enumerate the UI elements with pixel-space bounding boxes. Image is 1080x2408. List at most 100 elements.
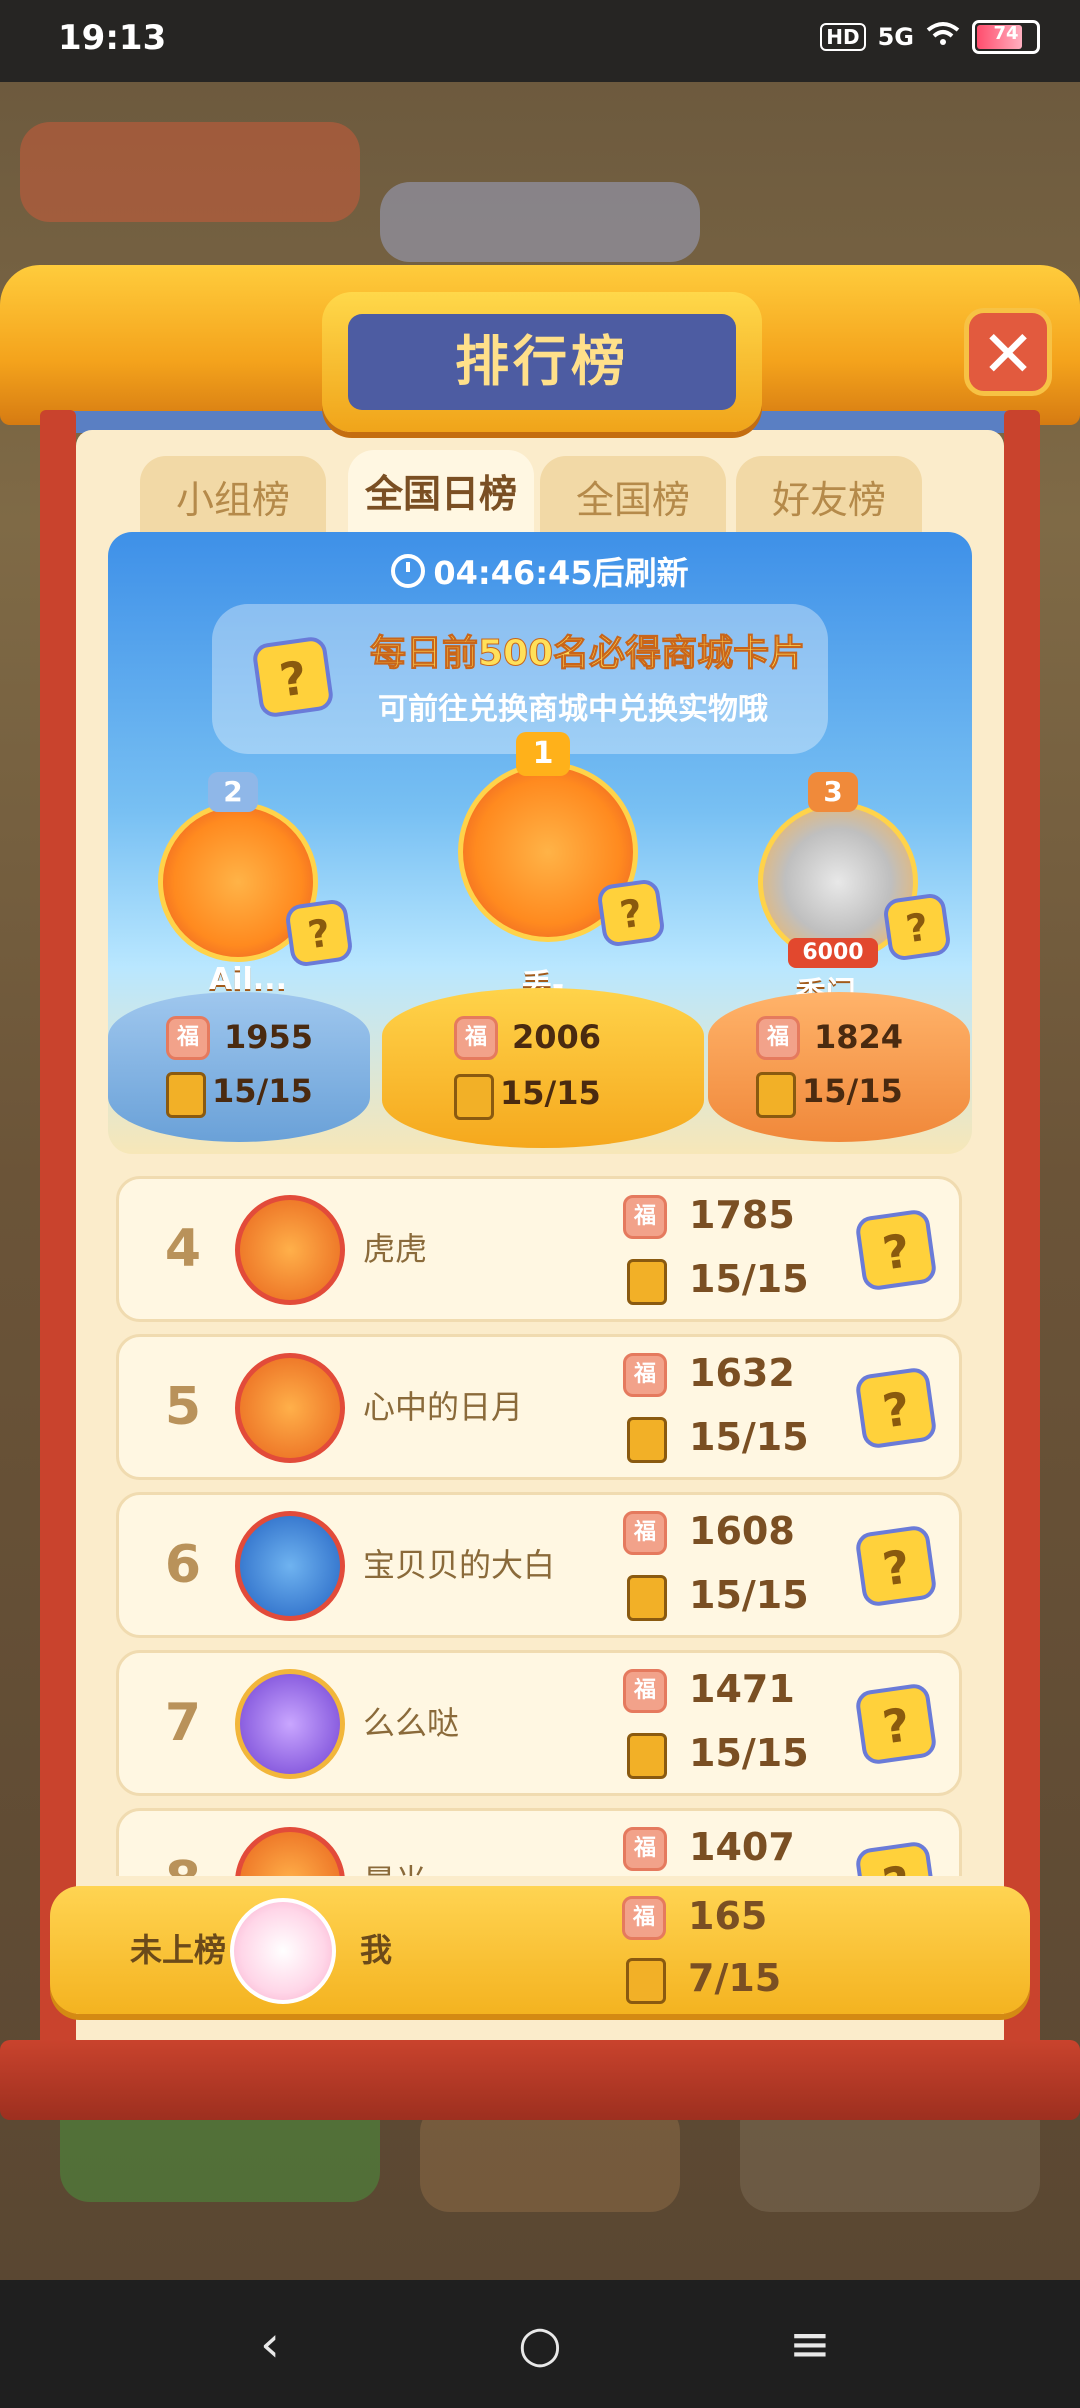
rank-number: 4: [164, 1219, 202, 1279]
fu-icon: 福: [623, 1511, 667, 1555]
book-icon: [756, 1072, 796, 1118]
table-row[interactable]: 6 宝贝贝的大白 福 1608 15/15 ?: [116, 1492, 962, 1638]
signal-icon: 5G: [877, 23, 914, 51]
book-icon: [626, 1958, 666, 2004]
mystery-card-icon[interactable]: ?: [854, 1366, 938, 1450]
wifi-icon: [926, 21, 960, 53]
fu-icon: 福: [623, 1827, 667, 1871]
home-icon[interactable]: ○: [510, 2314, 570, 2374]
panel-pillar-right: [1004, 410, 1040, 2090]
my-rank-bar[interactable]: 未上榜 我 福 165 7/15: [50, 1886, 1030, 2014]
book-icon: [166, 1072, 206, 1118]
tab-group[interactable]: 小组榜: [140, 456, 326, 540]
mystery-card-icon: ?: [881, 891, 953, 963]
player-progress: 15/15: [689, 1415, 809, 1459]
avatar: [235, 1353, 345, 1463]
podium-rank-2[interactable]: 2 ? Ail... 福 1955 15/15: [108, 772, 378, 1152]
top3-area: 04:46:45后刷新 ? 每日前500名必得商城卡片 可前往兑换商城中兑换实物…: [108, 532, 972, 1154]
mystery-card-icon: ?: [283, 897, 355, 969]
player-progress: 15/15: [689, 1573, 809, 1617]
podium-base: [108, 992, 370, 1142]
player-progress: 15/15: [802, 1072, 903, 1110]
player-name: 晨光: [363, 1811, 427, 1876]
fu-icon: 福: [756, 1016, 800, 1060]
status-bar: 19:13 HD 5G 74: [0, 0, 1080, 82]
table-row[interactable]: 4 虎虎 福 1785 15/15 ?: [116, 1176, 962, 1322]
panel-base: [0, 2040, 1080, 2120]
rank-badge: 1: [516, 732, 570, 776]
my-avatar: [230, 1898, 336, 2004]
rank-number: 6: [164, 1535, 202, 1595]
panel-title: 排行榜: [348, 314, 736, 410]
tab-friends[interactable]: 好友榜: [736, 456, 922, 540]
menu-icon[interactable]: ≡: [780, 2314, 840, 2374]
score-ribbon: 6000: [788, 938, 878, 968]
clock-icon: [391, 554, 426, 588]
tab-national[interactable]: 全国榜: [540, 456, 726, 540]
fu-icon: 福: [454, 1016, 498, 1060]
close-button[interactable]: ✕: [964, 308, 1052, 396]
player-score: 1407: [689, 1825, 795, 1869]
book-icon: [627, 1733, 667, 1779]
avatar: [235, 1195, 345, 1305]
player-score: 1471: [689, 1667, 795, 1711]
book-icon: [627, 1575, 667, 1621]
table-row[interactable]: 8 晨光 福 1407 ?: [116, 1808, 962, 1876]
player-score: 1955: [224, 1018, 314, 1056]
podium-rank-3[interactable]: 3 6000 ? 香门 ... 福 1824 15/15: [708, 772, 972, 1152]
my-score: 165: [688, 1894, 768, 1938]
player-progress: 15/15: [212, 1072, 313, 1110]
player-score: 1785: [689, 1193, 795, 1237]
ranking-list[interactable]: 4 虎虎 福 1785 15/15 ? 5 心中的日月 福 1632 15/15…: [116, 1176, 962, 1876]
refresh-timer: 04:46:45后刷新: [108, 548, 972, 594]
my-rank: 未上榜: [130, 1931, 227, 1969]
fu-icon: 福: [623, 1669, 667, 1713]
back-icon[interactable]: ‹: [240, 2314, 300, 2374]
mystery-card-icon: ?: [251, 635, 335, 719]
mystery-card-icon: ?: [595, 877, 667, 949]
player-progress: 15/15: [500, 1074, 601, 1112]
player-score: 2006: [512, 1018, 602, 1056]
mystery-card-icon[interactable]: ?: [854, 1208, 938, 1292]
notice-line1: 每日前500名必得商城卡片: [369, 633, 806, 675]
table-row[interactable]: 7 么么哒 福 1471 15/15 ?: [116, 1650, 962, 1796]
fu-icon: 福: [622, 1896, 666, 1940]
table-row[interactable]: 5 心中的日月 福 1632 15/15 ?: [116, 1334, 962, 1480]
my-progress: 7/15: [688, 1956, 782, 2000]
fu-icon: 福: [623, 1353, 667, 1397]
player-score: 1824: [814, 1018, 904, 1056]
book-icon: [627, 1259, 667, 1305]
fu-icon: 福: [166, 1016, 210, 1060]
book-icon: [454, 1074, 494, 1120]
tab-bar: 小组榜 全国日榜 全国榜 好友榜: [140, 450, 940, 542]
rank-number: 7: [164, 1693, 202, 1753]
mystery-card-icon[interactable]: ?: [854, 1840, 938, 1876]
avatar: [235, 1827, 345, 1876]
avatar: [235, 1511, 345, 1621]
battery-icon: 74: [972, 20, 1040, 54]
player-name: 么么哒: [363, 1704, 460, 1742]
player-progress: 15/15: [689, 1731, 809, 1775]
rank-number: 5: [164, 1377, 202, 1437]
status-time: 19:13: [58, 18, 167, 58]
player-progress: 15/15: [689, 1257, 809, 1301]
podium-base: [382, 988, 704, 1148]
avatar: [235, 1669, 345, 1779]
mystery-card-icon[interactable]: ?: [854, 1682, 938, 1766]
rank-badge: 2: [208, 772, 258, 812]
player-name: 虎虎: [363, 1230, 428, 1268]
podium-rank-1[interactable]: 1 ? 丢- 福 2006 15/15: [378, 732, 708, 1152]
player-score: 1608: [689, 1509, 795, 1553]
panel-pillar-left: [40, 410, 76, 2090]
player-name: 心中的日月: [363, 1388, 524, 1426]
podium-base: [708, 992, 970, 1142]
player-score: 1632: [689, 1351, 795, 1395]
status-icons: HD 5G 74: [820, 20, 1040, 54]
book-icon: [627, 1417, 667, 1463]
my-name: 我: [360, 1931, 393, 1969]
hd-icon: HD: [820, 23, 866, 51]
tab-national-daily[interactable]: 全国日榜: [348, 450, 534, 542]
mystery-card-icon[interactable]: ?: [854, 1524, 938, 1608]
rank-number: 8: [143, 1811, 223, 1876]
title-plate: 排行榜: [322, 292, 762, 432]
